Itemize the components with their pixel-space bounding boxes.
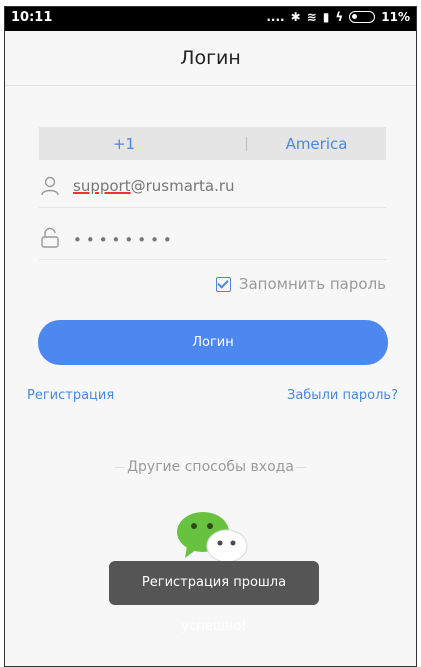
lock-icon xyxy=(41,227,59,248)
battery-percent: 11% xyxy=(381,10,410,24)
page-title: Логин xyxy=(180,47,241,69)
remember-password[interactable]: Запомнить пароль xyxy=(215,275,386,293)
username-domain: @rusmarta.ru xyxy=(130,177,235,195)
app-header: Логин xyxy=(5,31,416,86)
status-bar: 10:11 .... ✱ ≋ ▮ ϟ 11% xyxy=(5,7,416,31)
status-icons: .... ✱ ≋ ▮ ϟ 11% xyxy=(266,10,410,24)
remember-label: Запомнить пароль xyxy=(238,275,386,293)
remember-checkbox[interactable] xyxy=(215,276,231,292)
wifi-icon: ≋ xyxy=(306,10,317,24)
battery-icon xyxy=(349,11,376,23)
bluetooth-icon: ✱ xyxy=(290,10,301,24)
user-icon xyxy=(41,176,59,196)
wechat-icon[interactable] xyxy=(175,510,249,566)
password-value[interactable]: •••••••• xyxy=(73,231,176,249)
country-selector[interactable]: +1 America xyxy=(39,127,386,160)
other-methods-label: Другие способы входа xyxy=(127,459,294,475)
toast-message: Регистрация прошла успешно! xyxy=(109,561,319,634)
login-button[interactable]: Логин xyxy=(38,320,388,365)
password-field[interactable]: •••••••• xyxy=(39,219,386,260)
username-field[interactable]: support@rusmarta.ru xyxy=(39,167,386,208)
divider-left xyxy=(115,466,126,468)
dots-indicator: .... xyxy=(266,10,285,24)
country-name[interactable]: America xyxy=(247,135,386,153)
phone-screen: 10:11 .... ✱ ≋ ▮ ϟ 11% Логин +1 America … xyxy=(4,6,417,667)
username-prefix: support xyxy=(73,177,131,195)
username-value[interactable]: support@rusmarta.ru xyxy=(73,177,235,195)
divider-right xyxy=(295,466,306,468)
country-code[interactable]: +1 xyxy=(39,135,209,153)
status-time: 10:11 xyxy=(11,10,53,25)
register-link[interactable]: Регистрация xyxy=(27,388,114,403)
forgot-password-link[interactable]: Забыли пароль? xyxy=(287,388,398,403)
charging-icon: ϟ xyxy=(335,10,344,24)
other-login-methods: Другие способы входа xyxy=(5,459,416,475)
signal-icon: ▮ xyxy=(322,10,330,24)
